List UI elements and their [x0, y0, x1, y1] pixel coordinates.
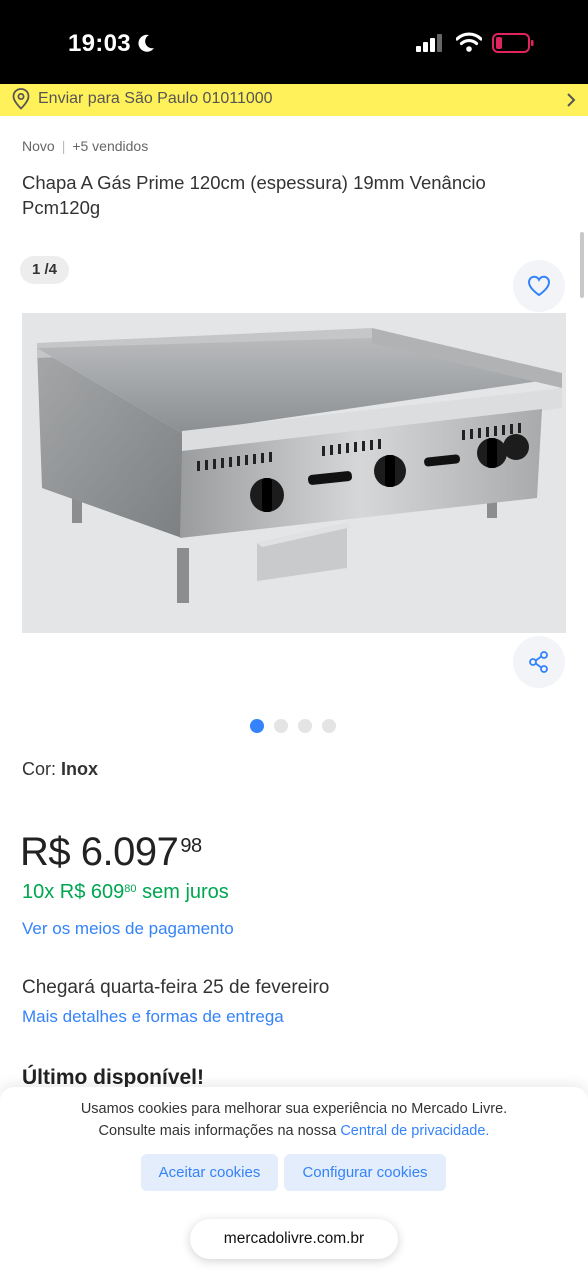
sold-count: +5 vendidos	[72, 138, 149, 154]
location-pin-icon	[12, 88, 30, 110]
accept-cookies-button[interactable]: Aceitar cookies	[141, 1154, 278, 1191]
installments: 10x R$ 60980 sem juros	[22, 881, 229, 904]
share-button[interactable]	[513, 636, 565, 688]
heart-icon	[527, 275, 551, 297]
cookie-line-2-text: Consulte mais informações na nossa	[98, 1123, 337, 1139]
gallery-dot[interactable]	[322, 719, 336, 733]
payment-methods-link[interactable]: Ver os meios de pagamento	[22, 919, 234, 939]
battery-icon	[492, 33, 534, 53]
product-meta: Novo | +5 vendidos	[22, 138, 148, 154]
status-time: 19:03	[68, 30, 131, 57]
installments-amount: 10x R$ 609	[22, 881, 125, 903]
gallery-dot[interactable]	[298, 719, 312, 733]
price-amount: R$ 6.097	[20, 830, 179, 874]
configure-cookies-button[interactable]: Configurar cookies	[284, 1154, 446, 1191]
price-cents: 98	[180, 835, 202, 857]
cookie-message: Usamos cookies para melhorar sua experiê…	[0, 1098, 588, 1142]
wifi-icon	[456, 32, 482, 52]
scrollbar-thumb[interactable]	[580, 232, 584, 298]
share-icon	[529, 651, 548, 673]
moon-icon	[138, 34, 154, 52]
gallery-pagination	[250, 719, 336, 733]
installments-suffix: sem juros	[142, 881, 229, 903]
status-bar: 19:03	[0, 0, 588, 84]
privacy-center-link[interactable]: Central de privacidade.	[340, 1123, 489, 1139]
shipping-address-bar[interactable]: Enviar para São Paulo 01011000	[0, 84, 588, 116]
browser-url-bar[interactable]: mercadolivre.com.br	[190, 1219, 398, 1259]
chevron-right-icon	[567, 93, 576, 107]
color-label: Cor:	[22, 759, 57, 779]
gallery-dot[interactable]	[250, 719, 264, 733]
delivery-details-link[interactable]: Mais detalhes e formas de entrega	[22, 1007, 284, 1027]
product-title: Chapa A Gás Prime 120cm (espessura) 19mm…	[22, 172, 486, 218]
cookie-line-1: Usamos cookies para melhorar sua experiê…	[80, 1101, 508, 1117]
shipping-address-text: Enviar para São Paulo 01011000	[38, 90, 273, 107]
price: R$ 6.097 98	[20, 830, 202, 875]
signal-icon	[416, 34, 442, 52]
griddle-illustration	[37, 328, 562, 603]
delivery-estimate: Chegará quarta-feira 25 de fevereiro	[22, 977, 330, 998]
product-image[interactable]	[22, 313, 566, 633]
condition-label: Novo	[22, 138, 55, 154]
meta-divider: |	[61, 138, 66, 154]
color-variation: Cor: Inox	[22, 759, 98, 780]
installments-cents: 80	[124, 883, 137, 895]
favorite-button[interactable]	[513, 260, 565, 312]
image-counter: 1 /4	[20, 256, 70, 284]
cookie-line-2: Consulte mais informações na nossa Centr…	[0, 1120, 588, 1142]
color-value: Inox	[61, 759, 99, 779]
gallery-dot[interactable]	[274, 719, 288, 733]
